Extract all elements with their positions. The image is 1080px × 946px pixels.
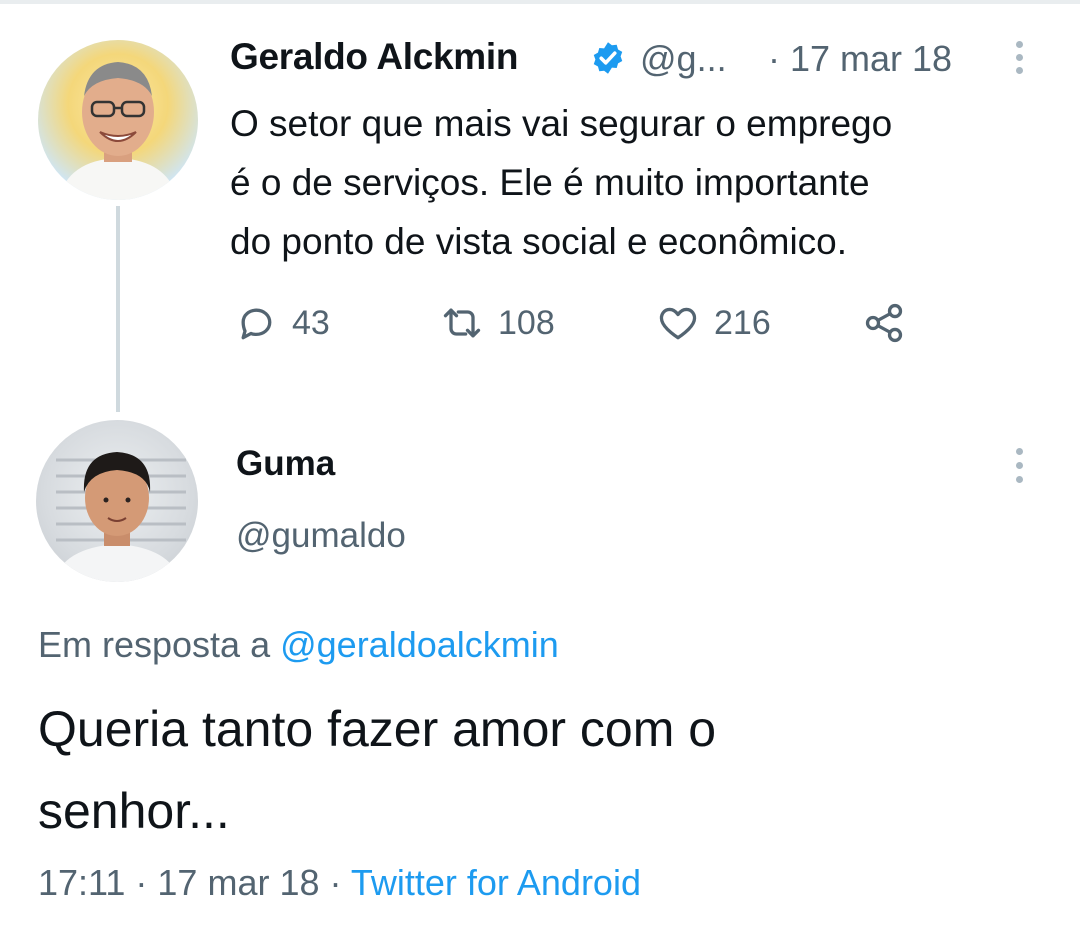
retweet-count: 108 <box>498 303 555 342</box>
reply-context-prefix: Em resposta a <box>38 624 281 665</box>
verified-badge-icon <box>593 42 623 74</box>
retweet-button[interactable]: 108 <box>440 300 555 346</box>
reply-text: Queria tanto fazer amor com o senhor... <box>38 701 717 839</box>
reply-bubble-icon <box>241 308 272 340</box>
reply-timestamp[interactable]: 17:11 · 17 mar 18 · <box>38 862 351 903</box>
avatar-photo <box>54 452 186 582</box>
avatar-geraldo-alckmin[interactable] <box>38 40 198 200</box>
reply-button[interactable]: 43 <box>234 300 330 346</box>
share-icon <box>865 303 903 343</box>
tweet-date[interactable]: · 17 mar 18 <box>768 38 952 80</box>
thread-connector-line <box>116 206 120 412</box>
more-vertical-icon[interactable] <box>1012 444 1028 486</box>
share-button[interactable] <box>862 300 906 346</box>
tweet-metadata: 17:11 · 17 mar 18 · Twitter for Android <box>38 862 641 904</box>
avatar-photo <box>58 62 178 200</box>
reply-author-name[interactable]: Guma <box>236 444 335 484</box>
reply-author-handle[interactable]: @gumaldo <box>236 516 406 556</box>
tweet-source-link[interactable]: Twitter for Android <box>351 862 641 903</box>
tweet-author-handle[interactable]: @g... <box>640 38 727 80</box>
retweet-icon <box>443 308 481 338</box>
top-divider <box>0 0 1080 4</box>
reply-mention-link[interactable]: @geraldoalckmin <box>280 624 559 665</box>
heart-icon <box>659 307 697 340</box>
tweet-author-name[interactable]: Geraldo Alckmin <box>230 36 518 78</box>
like-count: 216 <box>714 303 771 342</box>
tweet-text: O setor que mais vai segurar o emprego é… <box>230 103 893 262</box>
like-button[interactable]: 216 <box>656 300 771 346</box>
reply-context: Em resposta a @geraldoalckmin <box>38 624 559 666</box>
avatar-guma[interactable] <box>36 420 198 582</box>
reply-count: 43 <box>292 303 330 342</box>
more-vertical-icon[interactable] <box>1012 38 1028 76</box>
